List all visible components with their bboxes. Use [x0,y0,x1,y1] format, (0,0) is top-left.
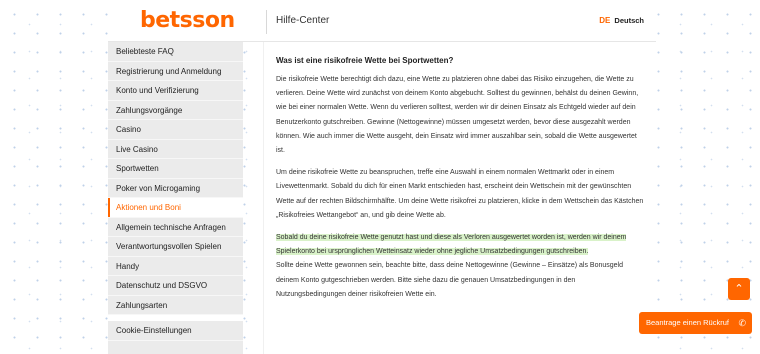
phone-icon: ✆ [738,318,746,328]
help-center-title[interactable]: Hilfe-Center [276,15,329,26]
article-paragraph-1: Die risikofreie Wette berechtigt dich da… [276,76,639,155]
sidebar-item-popular-faq[interactable]: Beliebteste FAQ [108,42,243,62]
sidebar-item-privacy[interactable]: Datenschutz und DSGVO [108,276,243,296]
sidebar-item-cookie-settings[interactable]: Cookie-Einstellungen [108,321,243,341]
callback-label: Beantrage einen Rückruf [646,318,729,327]
sidebar-item-payments[interactable]: Zahlungsvorgänge [108,101,243,120]
article-title: Was ist eine risikofreie Wette bei Sport… [276,56,454,65]
article-paragraph-highlight: Sobald du deine risikofreie Wette genutz… [276,231,646,259]
category-sidebar: Beliebteste FAQ Registrierung und Anmeld… [108,42,243,354]
language-name: Deutsch [614,16,644,25]
sidebar-item-sports-betting[interactable]: Sportwetten [108,159,243,179]
sidebar-item-payment-methods[interactable]: Zahlungsarten [108,296,243,315]
sidebar-item-responsible-gaming[interactable]: Verantwortungsvollen Spielen [108,237,243,257]
top-bar: betsson Hilfe-Center DE Deutsch [108,0,656,42]
help-center-page: betsson Hilfe-Center DE Deutsch Beliebte… [108,0,656,354]
highlighted-text: Sobald du deine risikofreie Wette genutz… [276,234,627,256]
sidebar-item-registration[interactable]: Registrierung und Anmeldung [108,62,243,81]
sidebar-item-mobile[interactable]: Handy [108,257,243,276]
sidebar-item-live-casino[interactable]: Live Casino [108,140,243,159]
header-divider [266,10,267,34]
betsson-logo[interactable]: betsson [140,8,235,33]
request-callback-button[interactable]: Beantrage einen Rückruf ✆ [639,312,752,334]
sidebar-item-casino[interactable]: Casino [108,120,243,140]
scroll-to-top-button[interactable]: ⌃ [728,278,750,300]
sidebar-item-poker[interactable]: Poker von Microgaming [108,179,243,198]
article-content: Was ist eine risikofreie Wette bei Sport… [263,42,656,354]
sidebar-item-promotions[interactable]: Aktionen und Boni [108,198,243,218]
sidebar-item-technical[interactable]: Allgemein technische Anfragen [108,218,243,237]
article-paragraph-4: Sollte deine Wette gewonnen sein, beacht… [276,262,623,298]
language-selector[interactable]: DE Deutsch [599,16,644,25]
language-code: DE [599,16,611,25]
article-paragraph-2: Um deine risikofreie Wette zu beanspruch… [276,169,644,219]
chevron-up-icon: ⌃ [734,283,744,295]
sidebar-item-account[interactable]: Konto und Verifizierung [108,81,243,101]
